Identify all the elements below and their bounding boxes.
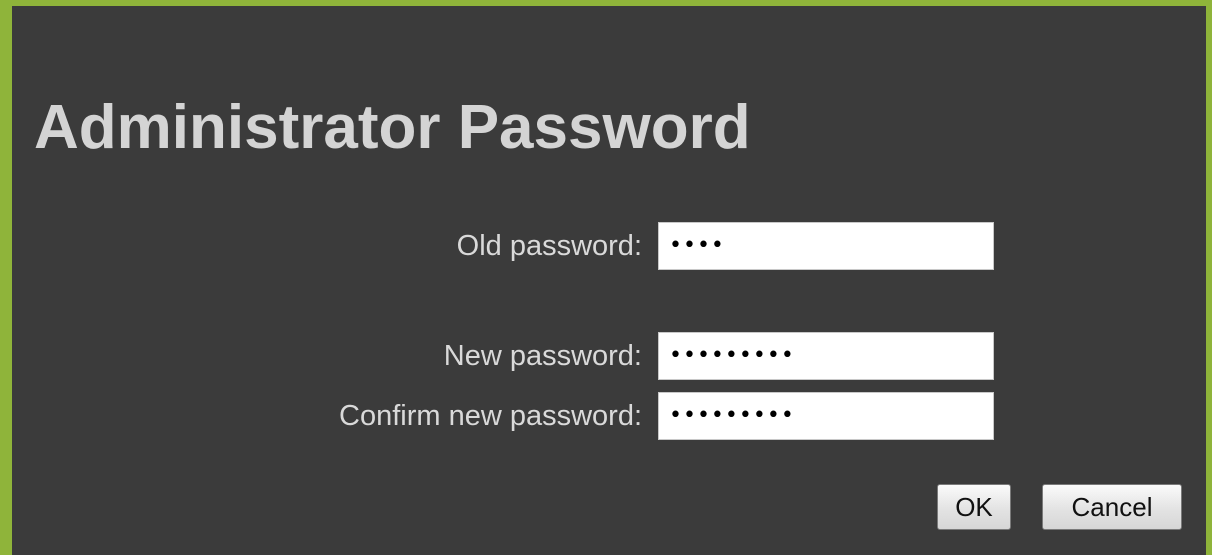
- admin-password-dialog: Administrator Password Old password: •••…: [0, 0, 1212, 555]
- confirm-password-input[interactable]: •••••••••: [658, 392, 994, 440]
- new-password-input[interactable]: •••••••••: [658, 332, 994, 380]
- old-password-label: Old password:: [456, 230, 642, 262]
- old-password-input[interactable]: ••••: [658, 222, 994, 270]
- ok-button[interactable]: OK: [937, 484, 1011, 530]
- cancel-button[interactable]: Cancel: [1042, 484, 1182, 530]
- confirm-password-label: Confirm new password:: [339, 400, 642, 432]
- dialog-title: Administrator Password: [34, 93, 751, 162]
- new-password-label: New password:: [443, 340, 642, 372]
